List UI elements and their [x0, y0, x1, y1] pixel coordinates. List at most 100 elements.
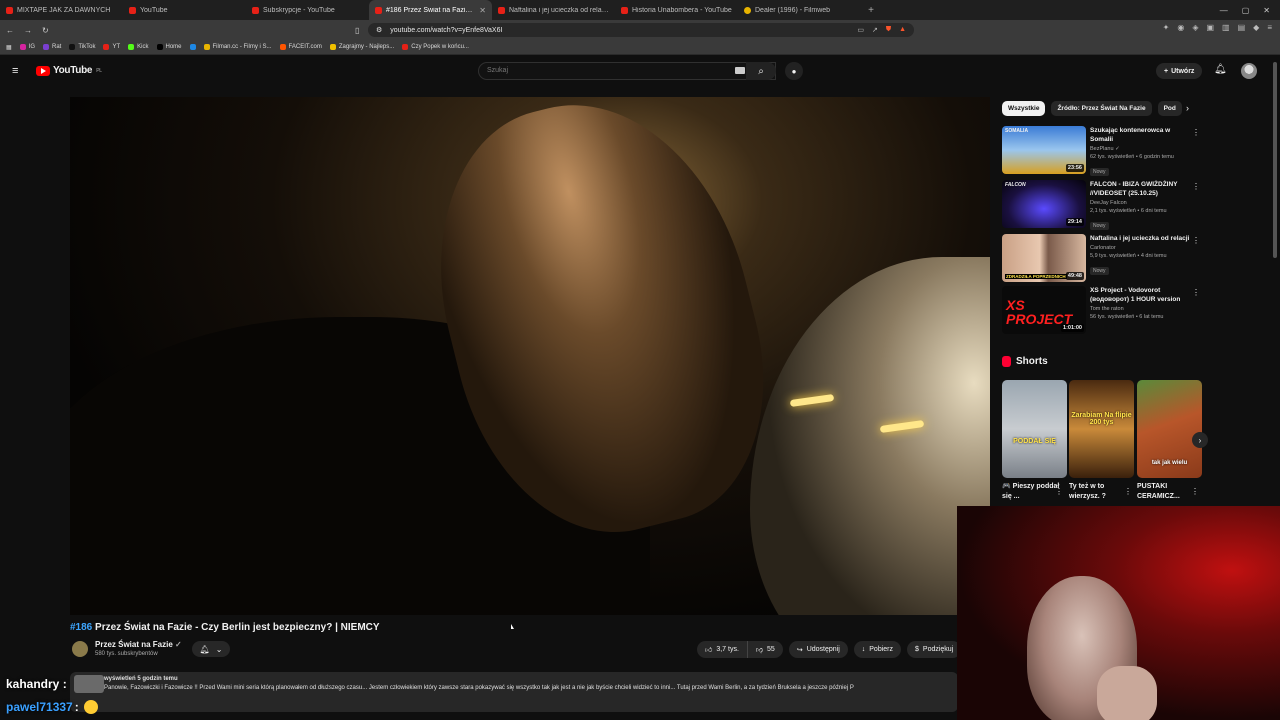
extension-icon[interactable]: ✦ [1163, 23, 1170, 32]
wallet-icon[interactable]: ▤ [1238, 23, 1246, 32]
youtube-logo[interactable]: YouTube PL [36, 65, 102, 76]
bookmark-item[interactable]: YT [103, 44, 120, 50]
sidebar-icon[interactable]: ▥ [1222, 23, 1230, 32]
more-options-icon[interactable]: ⋮ [1192, 236, 1200, 245]
dislike-button[interactable]: 👎︎ 55 [747, 641, 783, 658]
more-options-icon[interactable]: ⋮ [1191, 487, 1199, 496]
browser-tab[interactable]: Naftalina i jej ucieczka od relacji - Yo… [492, 0, 615, 20]
short-caption: Zarabiam Na flipie 200 tys [1071, 412, 1132, 426]
bookmark-item[interactable]: TikTok [69, 44, 95, 50]
browser-tab[interactable]: Historia Unabombera - YouTube [615, 0, 738, 20]
chip-related[interactable]: Pod [1157, 101, 1182, 116]
bookmark-item[interactable] [189, 44, 196, 50]
shorts-next-button[interactable]: › [1192, 432, 1208, 448]
shorts-icon [1002, 356, 1011, 367]
site-info-icon[interactable]: ⚙ [376, 26, 382, 34]
more-options-icon[interactable]: ⋮ [1192, 128, 1200, 137]
bookmark-item[interactable]: FACEIT.com [279, 44, 322, 50]
account-avatar[interactable] [1241, 63, 1257, 79]
bookmark-item[interactable]: IG [19, 44, 35, 50]
like-button[interactable]: 👍︎ 3,7 tys. [697, 641, 748, 658]
notifications-bell-icon[interactable]: 🔔︎ [1214, 64, 1227, 75]
browser-tab[interactable]: YouTube [123, 0, 246, 20]
recommendation-item[interactable]: FALCON 29:14 FALCON - IBIZA GWIŻDŻINY //… [1002, 180, 1202, 230]
video-thumbnail[interactable]: ZDRADZIŁA POPRZEDNICH 49:48 [1002, 234, 1086, 282]
chevron-right-icon: › [1198, 435, 1202, 445]
vpn-icon[interactable]: ◆ [1253, 23, 1259, 32]
bookmark-item[interactable]: Kick [128, 44, 149, 50]
chip-all[interactable]: Wszystkie [1002, 101, 1046, 116]
address-bar[interactable]: ⚙ youtube.com/watch?v=yEnfe8VaX6I ▭ ↗ ⛊ … [368, 23, 914, 37]
extension-icon[interactable]: ▣ [1206, 23, 1214, 32]
download-label: Pobierz [869, 646, 893, 653]
channel-name[interactable]: Przez Świat na Fazie ✓ [95, 640, 182, 649]
subscription-bell-button[interactable]: 🔔︎ ⌄ [192, 641, 230, 657]
chip-source[interactable]: Źródło: Przez Świat Na Fazie [1051, 101, 1152, 116]
bookmark-item[interactable]: Zagrajmy - Najleps... [329, 44, 394, 50]
chevron-down-icon: ⌄ [215, 644, 223, 654]
maximize-icon[interactable]: ▢ [1242, 6, 1250, 15]
search-input[interactable]: Szukaj [478, 62, 776, 80]
close-tab-icon[interactable]: ✕ [479, 6, 486, 15]
cast-icon[interactable]: ▭ [857, 26, 864, 34]
browser-tab[interactable]: Subskrypcje - YouTube [246, 0, 369, 20]
voice-search-button[interactable]: ● [785, 62, 803, 80]
recommendation-item[interactable]: ZDRADZIŁA POPRZEDNICH 49:48 Naftalina i … [1002, 234, 1202, 284]
video-thumbnail[interactable]: FALCON 29:14 [1002, 180, 1086, 228]
video-thumbnail[interactable]: XS PROJECT 1:01:00 [1002, 286, 1086, 334]
download-button[interactable]: ↓ Pobierz [853, 641, 901, 658]
bookmark-icon[interactable]: ▯ [355, 26, 359, 35]
short-thumbnail[interactable]: PODDAŁ SIĘ [1002, 380, 1067, 478]
chevron-right-icon[interactable]: › [1186, 103, 1189, 113]
short-thumbnail[interactable]: Zarabiam Na flipie 200 tys [1069, 380, 1134, 478]
short-caption: PODDAŁ SIĘ [1013, 438, 1056, 445]
short-thumbnail[interactable]: tak jak wielu [1137, 380, 1202, 478]
keyboard-icon[interactable] [735, 67, 745, 74]
recommendation-title: Szukając kontenerowca w Somalii [1090, 127, 1171, 143]
bookmark-item[interactable]: Filman.cc - Filmy i S... [203, 44, 272, 50]
extension-icon[interactable]: ◈ [1192, 23, 1198, 32]
browser-tab[interactable]: MIXTAPE JAK ZA DAWNYCH [0, 0, 123, 20]
more-options-icon[interactable]: ⋮ [1192, 288, 1200, 297]
more-options-icon[interactable]: ⋮ [1192, 182, 1200, 191]
channel-avatar[interactable] [72, 641, 88, 657]
page-scrollbar[interactable] [1273, 62, 1277, 258]
apps-icon[interactable]: ▦ [6, 44, 12, 51]
video-thumbnail[interactable]: SOMALIA 23:56 [1002, 126, 1086, 174]
more-options-icon[interactable]: ⋮ [1055, 487, 1063, 496]
extension-icon[interactable]: ◉ [1177, 23, 1184, 32]
hamburger-menu-icon[interactable]: ≡ [12, 66, 23, 77]
browser-tab-active[interactable]: #186 Przez Świat na Fazie - Czy ✕ [369, 0, 492, 20]
back-icon[interactable]: ← [6, 26, 14, 35]
browser-tab[interactable]: Dealer (1996) - Filmweb [738, 0, 861, 20]
video-player[interactable] [70, 97, 990, 615]
thanks-button[interactable]: $ Podziękuj [907, 641, 962, 658]
create-button[interactable]: + Utwórz [1156, 63, 1203, 79]
chat-message: kahandry : [6, 677, 67, 691]
bookmark-item[interactable]: Home [156, 44, 182, 50]
youtube-play-icon [36, 65, 50, 76]
youtube-icon [103, 44, 110, 50]
brave-shield-icon[interactable]: ⛊ [886, 26, 891, 34]
bookmark-label: Czy Popek w końcu... [411, 44, 469, 50]
bookmark-item[interactable]: Rat [43, 44, 61, 50]
forward-icon[interactable]: → [24, 26, 32, 35]
search-button[interactable]: ⌕ [746, 62, 776, 80]
video-description[interactable]: wyświetleń 5 godzin temu Panowie, Fazowi… [70, 672, 958, 712]
new-tab-icon[interactable]: + [861, 5, 881, 16]
recommendation-item[interactable]: SOMALIA 23:56 Szukając kontenerowca w So… [1002, 126, 1202, 176]
share-icon[interactable]: ↗ [872, 26, 878, 34]
close-window-icon[interactable]: ✕ [1263, 6, 1270, 15]
logo-text: YouTube [53, 65, 93, 76]
rewards-icon[interactable]: ▲ [899, 26, 906, 34]
bookmark-item[interactable]: Czy Popek w końcu... [402, 44, 469, 50]
share-button[interactable]: ↪ Udostępnij [788, 641, 848, 658]
recommendation-item[interactable]: XS PROJECT 1:01:00 XS Project - Vodovoro… [1002, 286, 1202, 336]
recommendation-info: FALCON - IBIZA GWIŻDŻINY //VIDEOSET (25.… [1090, 180, 1190, 232]
video-number-hashtag[interactable]: #186 [70, 622, 92, 633]
more-options-icon[interactable]: ⋮ [1124, 487, 1132, 496]
minimize-icon[interactable]: — [1220, 6, 1228, 15]
menu-icon[interactable]: ≡ [1267, 23, 1272, 32]
chat-username: kahandry [6, 677, 60, 691]
reload-icon[interactable]: ↻ [42, 26, 49, 35]
